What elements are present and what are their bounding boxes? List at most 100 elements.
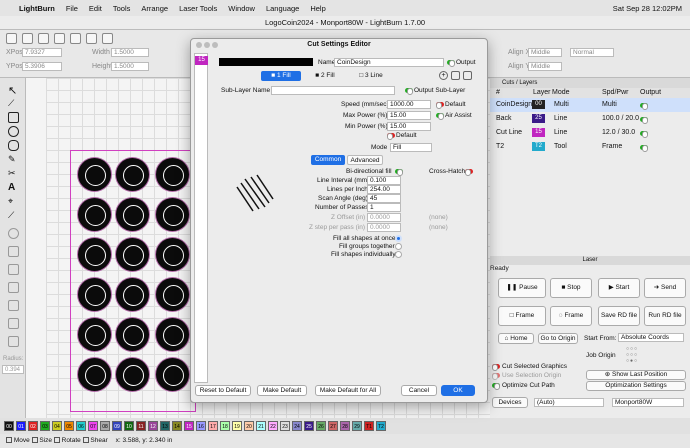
cuts-row-output-toggle[interactable] <box>640 103 648 110</box>
coin-design[interactable] <box>78 198 111 231</box>
crosshatch-toggle[interactable] <box>465 169 473 176</box>
go-to-origin-button[interactable]: Go to Origin <box>538 333 578 344</box>
coin-design[interactable] <box>116 278 149 311</box>
rectangle-tool-icon[interactable] <box>8 112 19 123</box>
add-sublayer-icon[interactable]: + <box>439 71 448 80</box>
palette-swatch[interactable]: 20 <box>244 421 254 431</box>
menu-help[interactable]: Help <box>310 4 325 13</box>
coin-design[interactable] <box>116 358 149 391</box>
coin-design[interactable] <box>116 238 149 271</box>
palette-swatch[interactable]: 29 <box>352 421 362 431</box>
frame-circle-button[interactable]: ◌ Frame <box>550 306 592 326</box>
coin-design[interactable] <box>156 358 189 391</box>
array-icon[interactable] <box>8 282 19 293</box>
menu-tools[interactable]: Tools <box>113 4 131 13</box>
weld-icon[interactable] <box>8 264 19 275</box>
grid-array-icon[interactable] <box>8 300 19 311</box>
save-icon[interactable] <box>38 33 49 44</box>
default-power-toggle[interactable] <box>387 133 395 140</box>
palette-swatch[interactable]: 22 <box>268 421 278 431</box>
fill-all-radio[interactable] <box>395 235 402 242</box>
palette-swatch[interactable]: 24 <box>292 421 302 431</box>
palette-swatch[interactable]: 08 <box>100 421 110 431</box>
cuts-row-output-toggle[interactable] <box>640 145 648 152</box>
boolean-icon[interactable] <box>8 246 19 257</box>
offset-icon[interactable] <box>8 228 19 239</box>
scan-angle-input[interactable]: 45 <box>367 194 401 203</box>
coin-design[interactable] <box>156 238 189 271</box>
line-tool-icon[interactable]: ✎ <box>8 154 19 165</box>
rotate-toggle-icon[interactable] <box>53 437 60 444</box>
home-button[interactable]: ⌂ Home <box>498 333 534 344</box>
max-power-input[interactable]: 15.00 <box>387 111 431 120</box>
coin-design[interactable] <box>78 278 111 311</box>
palette-swatch[interactable]: 12 <box>148 421 158 431</box>
copy-sublayer-icon[interactable] <box>451 71 460 80</box>
cut-selected-toggle[interactable] <box>492 364 500 371</box>
mode-select[interactable]: Fill <box>390 143 432 152</box>
reset-default-button[interactable]: Reset to Default <box>195 385 251 396</box>
name-input[interactable]: CoinDesign <box>334 58 444 67</box>
width-input[interactable]: 1.5000 <box>111 48 149 57</box>
size-toggle-icon[interactable] <box>31 437 38 444</box>
coin-design[interactable] <box>78 158 111 191</box>
fill-individual-radio[interactable] <box>395 251 402 258</box>
palette-swatch[interactable]: 15 <box>184 421 194 431</box>
circular-array-icon[interactable] <box>8 318 19 329</box>
xpos-input[interactable]: 7.9327 <box>22 48 62 57</box>
palette-swatch[interactable]: 11 <box>136 421 146 431</box>
palette-swatch[interactable]: 17 <box>208 421 218 431</box>
new-file-icon[interactable] <box>6 33 17 44</box>
select-tool-icon[interactable]: ↖ <box>8 84 19 97</box>
zoom-window-icon[interactable] <box>212 42 218 48</box>
layer-item-15[interactable]: 15 <box>195 56 208 65</box>
min-power-input[interactable]: 15.00 <box>387 122 431 131</box>
position-laser-icon[interactable]: ⌖ <box>8 196 19 207</box>
coin-design[interactable] <box>116 318 149 351</box>
menu-language[interactable]: Language <box>266 4 299 13</box>
cuts-row[interactable]: T2 T2 Tool Frame <box>490 140 690 154</box>
sublayer-tab-2[interactable]: ■ 2 Fill <box>305 71 345 81</box>
cuts-row-output-toggle[interactable] <box>640 131 648 138</box>
ok-button[interactable]: OK <box>441 385 475 396</box>
make-default-all-button[interactable]: Make Default for All <box>315 385 381 396</box>
palette-swatch[interactable]: T2 <box>376 421 386 431</box>
zoom-icon[interactable] <box>86 33 97 44</box>
fill-groups-radio[interactable] <box>395 243 402 250</box>
make-default-button[interactable]: Make Default <box>257 385 307 396</box>
air-assist-toggle[interactable] <box>436 113 444 120</box>
device-select[interactable]: Monport80W <box>612 398 684 407</box>
sublayer-tab-3[interactable]: □ 3 Line <box>349 71 393 81</box>
cancel-button[interactable]: Cancel <box>401 385 437 396</box>
cuts-row[interactable]: Back 25 Line 100.0 / 20.0 <box>490 112 690 126</box>
palette-swatch[interactable]: 27 <box>328 421 338 431</box>
pause-button[interactable]: ❚❚ Pause <box>498 278 546 298</box>
optimization-settings-button[interactable]: Optimization Settings <box>586 381 686 391</box>
scissors-icon[interactable]: ✂ <box>8 168 19 179</box>
coin-design[interactable] <box>156 198 189 231</box>
ellipse-tool-icon[interactable] <box>8 126 19 137</box>
app-menu[interactable]: LightBurn <box>19 4 55 13</box>
menu-edit[interactable]: Edit <box>89 4 102 13</box>
palette-swatch[interactable]: 25 <box>304 421 314 431</box>
use-selection-origin-toggle[interactable] <box>492 373 500 380</box>
frame-button[interactable]: □ Frame <box>498 306 546 326</box>
coin-design[interactable] <box>78 238 111 271</box>
palette-swatch[interactable]: T1 <box>364 421 374 431</box>
palette-swatch[interactable]: 18 <box>220 421 230 431</box>
tab-advanced[interactable]: Advanced <box>347 155 383 165</box>
palette-swatch[interactable]: 19 <box>232 421 242 431</box>
speed-input[interactable]: 1000.00 <box>387 100 431 109</box>
measure-icon[interactable]: ⟋ <box>8 210 19 221</box>
redo-icon[interactable] <box>70 33 81 44</box>
cuts-row[interactable]: CoinDesign 00 Multi Multi <box>490 98 690 112</box>
palette-swatch[interactable]: 04 <box>52 421 62 431</box>
job-origin-grid[interactable]: ○○○ ○○○ ○●○ <box>626 346 646 364</box>
menu-arrange[interactable]: Arrange <box>141 4 168 13</box>
coin-design[interactable] <box>156 158 189 191</box>
output-sublayer-toggle[interactable] <box>405 88 413 95</box>
z-offset-input[interactable]: 0.0000 <box>367 213 401 222</box>
palette-swatch[interactable]: 01 <box>16 421 26 431</box>
coin-design[interactable] <box>116 198 149 231</box>
cuts-row[interactable]: Cut Line 15 Line 12.0 / 30.0 <box>490 126 690 140</box>
